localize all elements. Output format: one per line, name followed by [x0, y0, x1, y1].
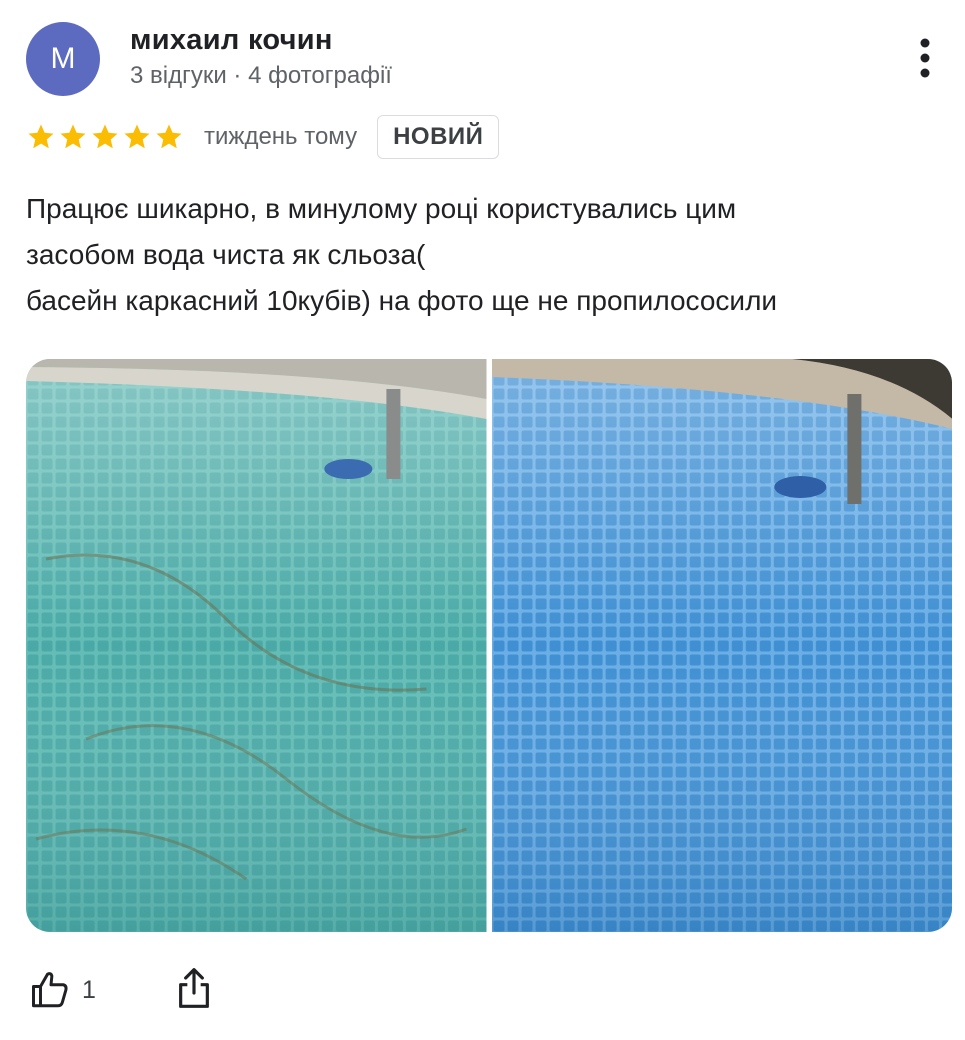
star-icon — [124, 124, 150, 149]
author-name[interactable]: михаил кочин — [130, 24, 333, 57]
avatar[interactable]: М — [26, 22, 100, 96]
review-text: Працює шикарно, в минулому році користув… — [26, 186, 941, 324]
review-text-line: засобом вода чиста як сльоза( — [26, 239, 426, 270]
star-icon — [156, 124, 182, 149]
review-text-line: Працює шикарно, в минулому році користув… — [26, 193, 737, 224]
like-button[interactable]: 1 — [30, 969, 96, 1011]
review-text-line: басейн каркасний 10кубів) на фото ще не … — [26, 285, 778, 316]
thumb-up-icon — [32, 972, 68, 1008]
more-vert-icon — [920, 38, 930, 78]
review-time: тиждень тому — [204, 123, 358, 150]
star-icon — [92, 124, 118, 149]
share-icon — [178, 967, 209, 1008]
star-rating — [26, 122, 184, 152]
star-icon — [28, 124, 54, 149]
pool-before-photo[interactable] — [26, 359, 487, 932]
like-count: 1 — [82, 975, 96, 1004]
review-actions: 1 — [30, 962, 214, 1018]
pool-after-photo[interactable] — [491, 359, 952, 932]
author-meta: 3 відгуки · 4 фотографії — [130, 62, 392, 89]
share-button[interactable] — [174, 966, 214, 1015]
more-options-button[interactable] — [912, 36, 938, 80]
star-icon — [60, 124, 86, 149]
review-photos — [26, 359, 952, 932]
rating-row: тиждень тому НОВИЙ — [26, 112, 500, 162]
new-badge: НОВИЙ — [377, 115, 500, 159]
